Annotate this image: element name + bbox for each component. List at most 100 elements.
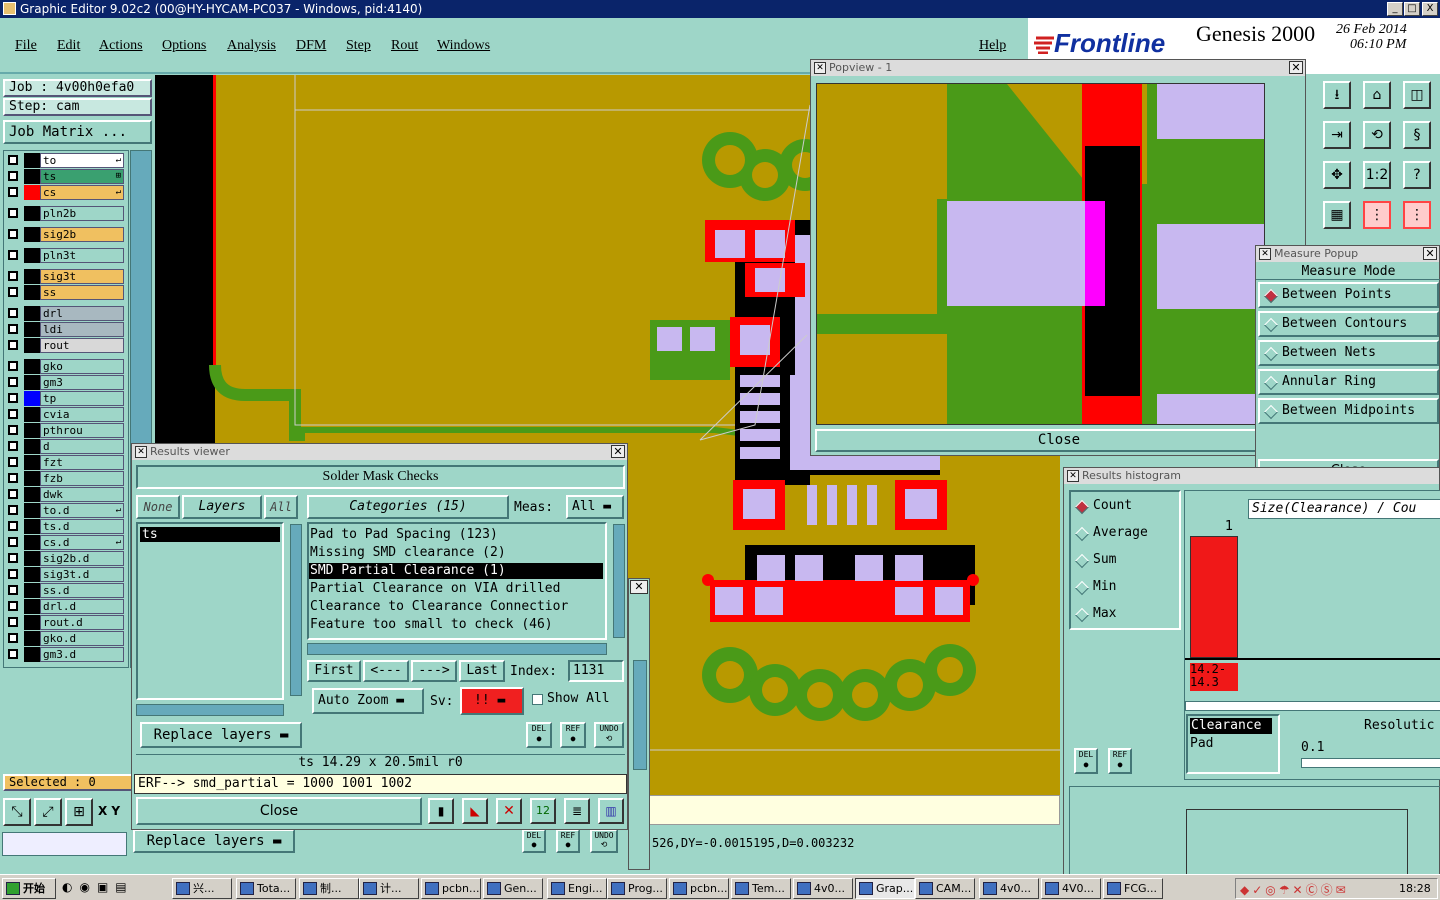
layer-checkbox[interactable] xyxy=(8,585,18,595)
layer-name[interactable]: d xyxy=(40,439,124,454)
histogram-del-button[interactable]: DEL ● xyxy=(1074,748,1098,774)
menu-rout[interactable]: Rout xyxy=(391,38,418,54)
layer-name[interactable]: dwk xyxy=(40,487,124,502)
layer-name[interactable]: pln2b xyxy=(40,206,124,221)
category-item[interactable]: Pad to Pad Spacing (123) xyxy=(309,527,603,543)
one-to-one-icon[interactable]: 1:2 xyxy=(1363,161,1391,189)
layer-name[interactable]: cs.d ↵ xyxy=(40,535,124,550)
quick-launch[interactable]: ◐◉▣▤ xyxy=(62,880,162,898)
layer-row-to-d[interactable]: to.d ↵ xyxy=(6,503,124,518)
split-view-icon[interactable]: ◫ xyxy=(1403,81,1431,109)
menu-windows[interactable]: Windows xyxy=(437,38,490,54)
show-all-checkbox[interactable] xyxy=(532,694,543,705)
layer-checkbox[interactable] xyxy=(8,425,18,435)
layer-color-swatch[interactable] xyxy=(24,535,40,550)
layer-row-ss-d[interactable]: ss.d xyxy=(6,583,124,598)
category-item[interactable]: Clearance to Clearance Connectior xyxy=(309,599,603,615)
taskbar-item[interactable]: Engi... xyxy=(547,878,607,899)
layer-row-sig3t[interactable]: sig3t xyxy=(6,269,124,284)
layer-color-swatch[interactable] xyxy=(24,375,40,390)
index-input[interactable]: 1131 xyxy=(568,660,624,682)
histogram-menu-icon[interactable]: ✕ xyxy=(1067,470,1079,482)
histogram-list-item[interactable]: Clearance xyxy=(1190,718,1272,734)
layer-name[interactable]: drl.d xyxy=(40,599,124,614)
taskbar-item[interactable]: Tem... xyxy=(731,878,791,899)
layer-checkbox[interactable] xyxy=(8,287,18,297)
measure-option-between-nets[interactable]: Between Nets xyxy=(1258,340,1439,366)
layer-color-swatch[interactable] xyxy=(24,169,40,184)
status-undo-button[interactable]: UNDO ⟲ xyxy=(590,829,618,853)
layer-checkbox[interactable] xyxy=(8,187,18,197)
layer-row-dwk[interactable]: dwk xyxy=(6,487,124,502)
histogram-option-count[interactable]: Count xyxy=(1074,497,1175,517)
layer-colors-icon[interactable]: ⋮ xyxy=(1363,201,1391,229)
layers-none-button[interactable]: None xyxy=(136,495,180,519)
layer-name[interactable]: cs ↵ xyxy=(40,185,124,200)
sv-select[interactable]: !! ▬ xyxy=(460,687,524,715)
layer-row-ldi[interactable]: ldi xyxy=(6,322,124,337)
histogram-option-max[interactable]: Max xyxy=(1074,605,1175,625)
report-tool-icon[interactable]: ≣ xyxy=(564,798,590,824)
menu-actions[interactable]: Actions xyxy=(99,38,143,54)
layer-checkbox[interactable] xyxy=(8,229,18,239)
layer-name[interactable]: sig2b.d xyxy=(40,551,124,566)
layer-checkbox[interactable] xyxy=(8,457,18,467)
layer-checkbox[interactable] xyxy=(8,377,18,387)
histogram-bar[interactable] xyxy=(1190,536,1238,658)
grid-icon[interactable]: ▦ xyxy=(1323,201,1351,229)
zoom-home-icon[interactable]: ⟲ xyxy=(1363,121,1391,149)
popview-close-icon[interactable]: ✕ xyxy=(1289,61,1303,74)
highlight-icon[interactable]: ⋮ xyxy=(1403,201,1431,229)
first-button[interactable]: First xyxy=(307,660,361,682)
zoom-fit-icon[interactable]: ✥ xyxy=(1323,161,1351,189)
layer-checkbox[interactable] xyxy=(8,393,18,403)
pan-right-icon[interactable]: ⇥ xyxy=(1323,121,1351,149)
layer-row-cs-d[interactable]: cs.d ↵ xyxy=(6,535,124,550)
layer-checkbox[interactable] xyxy=(8,505,18,515)
layer-color-swatch[interactable] xyxy=(24,153,40,168)
layer-color-swatch[interactable] xyxy=(24,391,40,406)
layer-color-swatch[interactable] xyxy=(24,631,40,646)
menu-file[interactable]: File xyxy=(15,38,37,54)
layer-color-swatch[interactable] xyxy=(24,269,40,284)
histogram-scrollbar[interactable] xyxy=(1185,701,1440,711)
layer-checkbox[interactable] xyxy=(8,409,18,419)
layer-row-sig3t-d[interactable]: sig3t.d xyxy=(6,567,124,582)
status-del-button[interactable]: DEL ● xyxy=(522,829,546,853)
del-button[interactable]: DEL ● xyxy=(526,722,552,748)
layer-checkbox[interactable] xyxy=(8,617,18,627)
layer-row-drl[interactable]: drl xyxy=(6,306,124,321)
taskbar-item[interactable]: 4v0... xyxy=(793,878,853,899)
layer-checkbox[interactable] xyxy=(8,649,18,659)
category-item[interactable]: Feature too small to check (46) xyxy=(309,617,603,633)
popview-menu-icon[interactable]: ✕ xyxy=(814,62,826,74)
histogram-tool-icon[interactable]: ▥ xyxy=(598,798,624,824)
layer-row-ts-d[interactable]: ts.d xyxy=(6,519,124,534)
layer-color-swatch[interactable] xyxy=(24,615,40,630)
resolution-slider[interactable] xyxy=(1301,758,1440,768)
delete-tool-icon[interactable]: ✕ xyxy=(496,798,522,824)
taskbar-item[interactable]: pcbn... xyxy=(421,878,481,899)
taskbar-item[interactable]: 计... xyxy=(359,878,419,899)
layer-name[interactable]: tp xyxy=(40,391,124,406)
menu-step[interactable]: Step xyxy=(346,38,371,54)
layer-name[interactable]: fzt xyxy=(40,455,124,470)
layer-name[interactable]: rout xyxy=(40,338,124,353)
taskbar-item[interactable]: Tota... xyxy=(236,878,296,899)
layer-name[interactable]: to ↵ xyxy=(40,153,124,168)
layer-checkbox[interactable] xyxy=(8,361,18,371)
layer-color-swatch[interactable] xyxy=(24,599,40,614)
pan-down-icon[interactable]: ⭳ xyxy=(1323,81,1351,109)
layer-row-sig2b[interactable]: sig2b xyxy=(6,227,124,242)
results-menu-icon[interactable]: ✕ xyxy=(135,446,147,458)
taskbar-item[interactable]: CAM... xyxy=(915,878,975,899)
next-button[interactable]: ---> xyxy=(411,660,457,682)
layer-color-swatch[interactable] xyxy=(24,185,40,200)
background-window-scrollbar[interactable] xyxy=(633,660,647,770)
layer-color-swatch[interactable] xyxy=(24,423,40,438)
menu-dfm[interactable]: DFM xyxy=(296,38,326,54)
layer-color-swatch[interactable] xyxy=(24,306,40,321)
undo-button[interactable]: UNDO ⟲ xyxy=(594,722,624,748)
layer-row-ss[interactable]: ss xyxy=(6,285,124,300)
layer-row-cs[interactable]: cs ↵ xyxy=(6,185,124,200)
